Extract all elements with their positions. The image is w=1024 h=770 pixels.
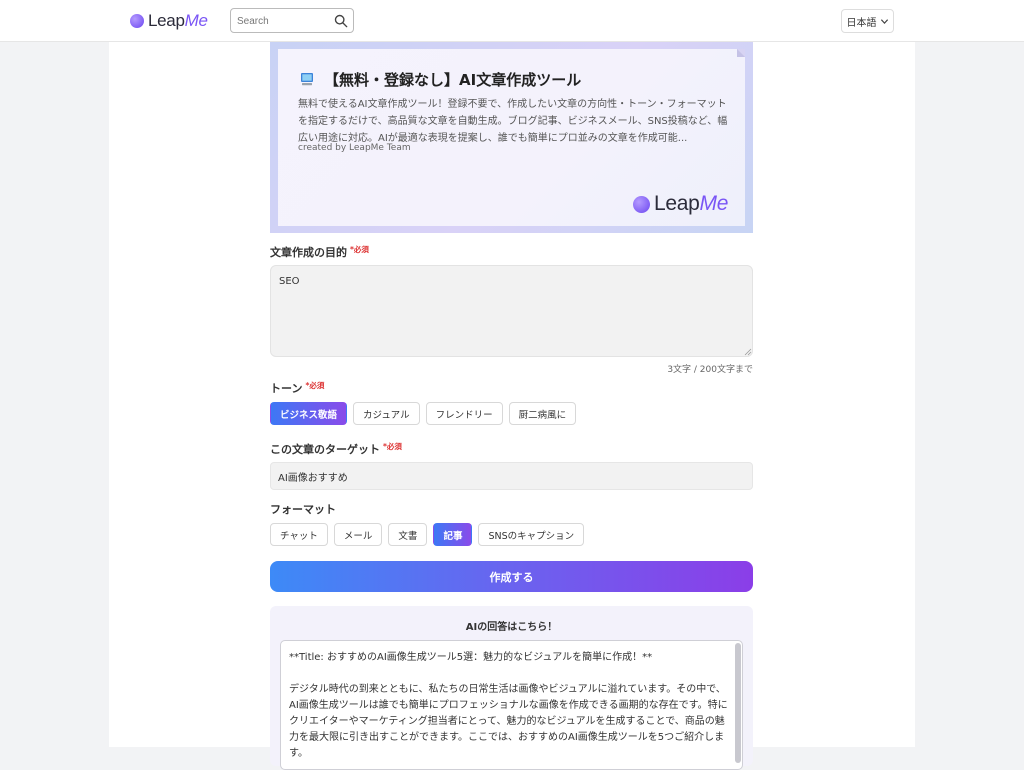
computer-icon	[301, 73, 313, 86]
logo-mark-icon	[633, 195, 650, 213]
tone-options: ビジネス敬語 カジュアル フレンドリー 厨二病風に	[270, 402, 577, 425]
resize-grip-icon[interactable]	[744, 348, 752, 356]
format-option-sns-caption[interactable]: SNSのキャプション	[478, 523, 585, 546]
search-input[interactable]	[231, 10, 331, 33]
tool-banner: 【無料・登録なし】AI文章作成ツール 無料で使えるAI文章作成ツール！登録不要で…	[270, 42, 753, 233]
format-option-document[interactable]: 文書	[388, 523, 428, 546]
answer-paragraph: デジタル時代の到来とともに、私たちの日常生活は画像やビジュアルに溢れています。そ…	[289, 684, 728, 759]
required-mark: *必須	[305, 381, 325, 390]
create-button[interactable]: 作成する	[270, 561, 753, 592]
character-counter: 3文字 / 200文字まで	[667, 365, 753, 375]
main-content: 【無料・登録なし】AI文章作成ツール 無料で使えるAI文章作成ツール！登録不要で…	[109, 42, 915, 770]
banner-logo-text: LeapMe	[654, 192, 729, 215]
format-label: フォーマット	[270, 503, 336, 516]
target-input[interactable]	[270, 462, 753, 490]
tone-label: トーン *必須	[270, 381, 325, 395]
scrollbar-thumb[interactable]	[735, 643, 741, 763]
purpose-textarea[interactable]: SEO	[270, 265, 753, 357]
language-selector[interactable]: 日本語	[841, 9, 894, 33]
target-label: この文章のターゲット *必須	[270, 442, 402, 456]
purpose-label: 文章作成の目的 *必須	[270, 245, 369, 259]
chevron-down-icon	[880, 18, 888, 24]
format-option-chat[interactable]: チャット	[270, 523, 328, 546]
page-fold-decoration	[737, 49, 745, 57]
top-header: LeapMe 日本語	[0, 0, 1024, 42]
banner-logo: LeapMe	[633, 192, 728, 216]
tone-option-casual[interactable]: カジュアル	[353, 402, 420, 425]
language-label: 日本語	[846, 17, 877, 29]
logo-mark-icon	[130, 14, 144, 28]
tone-option-business[interactable]: ビジネス敬語	[270, 402, 348, 425]
answer-title: AIの回答はこちら！	[465, 622, 558, 633]
format-options: チャット メール 文書 記事 SNSのキャプション	[270, 523, 585, 546]
search-icon[interactable]	[334, 14, 348, 28]
tool-description: 無料で使えるAI文章作成ツール！登録不要で、作成したい文章の方向性・トーン・フォ…	[298, 99, 728, 144]
format-option-article[interactable]: 記事	[433, 523, 473, 546]
leapme-logo[interactable]: LeapMe	[130, 11, 208, 31]
tool-author: created by LeapMe Team	[298, 143, 411, 153]
search-box	[230, 8, 354, 33]
logo-text: LeapMe	[148, 11, 208, 30]
tone-option-chuunibyou[interactable]: 厨二病風に	[508, 402, 577, 425]
answer-output[interactable]: **Title: おすすめのAI画像生成ツール5選：魅力的なビジュアルを簡単に作…	[280, 640, 743, 770]
required-mark: *必須	[383, 442, 402, 451]
answer-section: AIの回答はこちら！ **Title: おすすめのAI画像生成ツール5選：魅力的…	[270, 606, 753, 770]
answer-paragraph: **Title: おすすめのAI画像生成ツール5選：魅力的なビジュアルを簡単に作…	[289, 652, 653, 663]
format-option-mail[interactable]: メール	[333, 523, 383, 546]
required-mark: *必須	[350, 245, 369, 254]
banner-card: 【無料・登録なし】AI文章作成ツール 無料で使えるAI文章作成ツール！登録不要で…	[278, 49, 745, 226]
tone-option-friendly[interactable]: フレンドリー	[425, 402, 503, 425]
tool-title: 【無料・登録なし】AI文章作成ツール	[324, 71, 582, 89]
